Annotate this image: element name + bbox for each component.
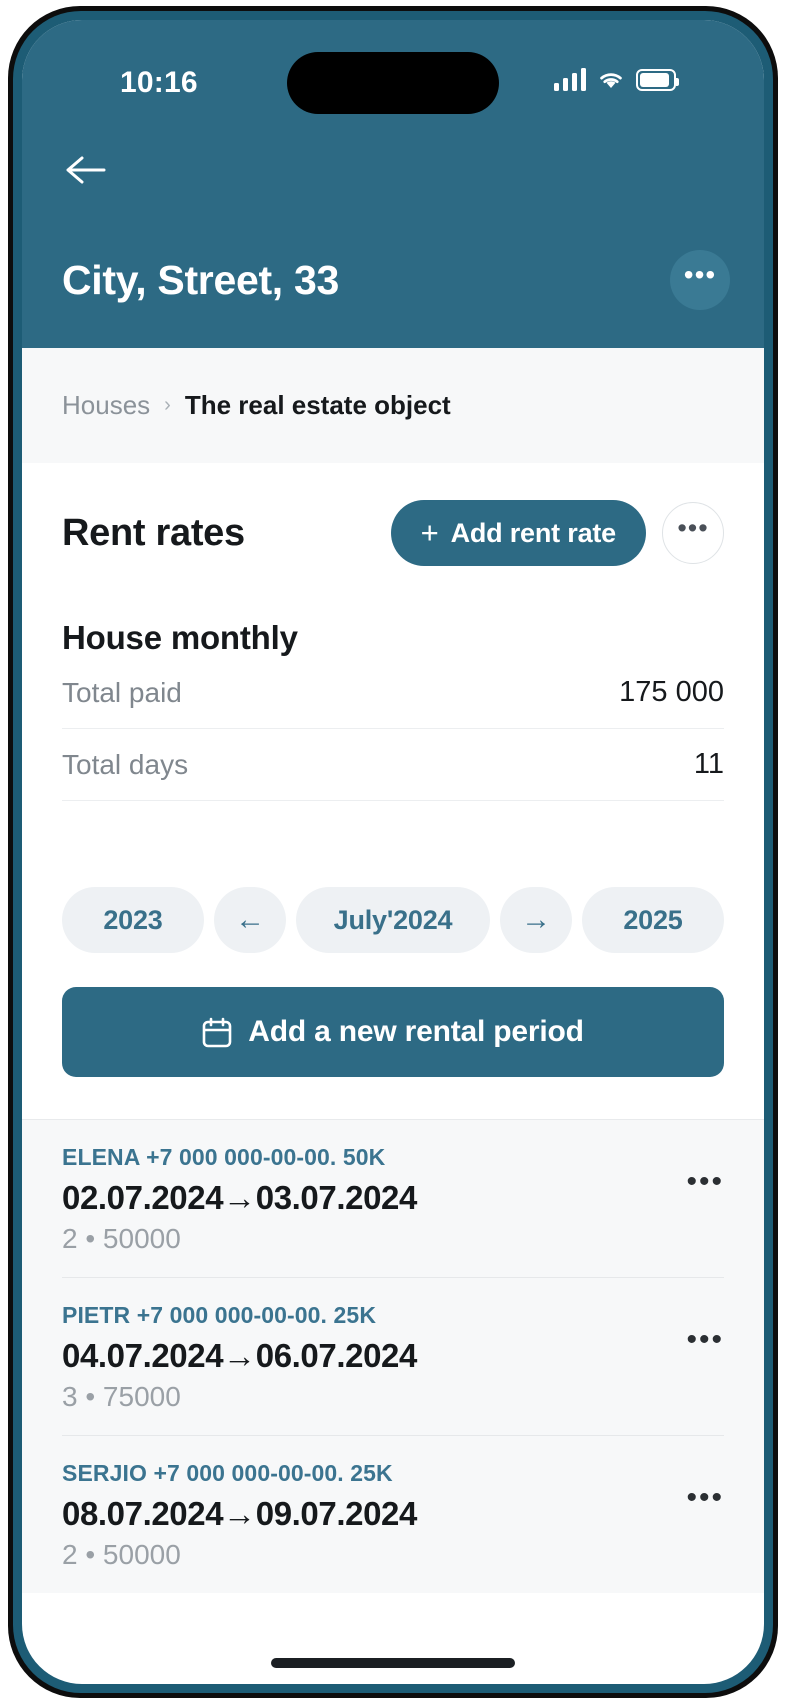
rate-name: House monthly — [62, 619, 298, 656]
rental-meta: 2 • 50000 — [62, 1223, 181, 1254]
rent-rates-title: Rent rates — [62, 511, 245, 554]
stat-row-total-paid: Total paid 175 000 — [62, 657, 724, 729]
app-header: City, Street, 33 ••• — [22, 124, 764, 348]
plus-icon: + — [420, 515, 439, 550]
dynamic-island — [287, 52, 499, 114]
breadcrumb-item-houses[interactable]: Houses — [62, 390, 150, 421]
battery-icon — [636, 69, 679, 91]
stat-value: 11 — [693, 748, 724, 780]
cellular-signal-icon — [553, 68, 586, 91]
breadcrumb: Houses › The real estate object — [22, 348, 764, 463]
period-prev-button[interactable]: ← — [214, 887, 286, 953]
status-bar-icons — [553, 68, 679, 91]
back-arrow-icon — [66, 156, 106, 184]
rental-contact: ELENA +7 000 000-00-00. 50K — [62, 1144, 386, 1170]
rental-period-list: ELENA +7 000 000-00-00. 50K 02.07.2024→0… — [22, 1119, 764, 1593]
breadcrumb-item-current: The real estate object — [184, 390, 451, 420]
list-item[interactable]: SERJIO +7 000 000-00-00. 25K 08.07.2024→… — [62, 1436, 724, 1593]
stat-value: 175 000 — [619, 676, 724, 708]
rent-rates-actions: + Add rent rate ••• — [390, 500, 724, 566]
stat-label: Total days — [62, 748, 189, 780]
panel-spacer — [62, 1077, 724, 1119]
chevron-right-icon: › — [164, 394, 171, 416]
page-title: City, Street, 33 — [62, 256, 339, 303]
rental-contact: SERJIO +7 000 000-00-00. 25K — [62, 1460, 393, 1486]
list-item[interactable]: ELENA +7 000 000-00-00. 50K 02.07.2024→0… — [62, 1120, 724, 1278]
list-item[interactable]: PIETR +7 000 000-00-00. 25K 04.07.2024→0… — [62, 1278, 724, 1436]
status-bar: 10:16 — [22, 20, 764, 124]
stat-label: Total paid — [62, 676, 182, 708]
rental-dates: 08.07.2024→09.07.2024 — [62, 1495, 417, 1532]
header-title-row: City, Street, 33 ••• — [62, 250, 730, 310]
add-rent-rate-label: Add rent rate — [450, 517, 617, 548]
rental-meta: 2 • 50000 — [62, 1539, 181, 1570]
rent-rates-more-button[interactable]: ••• — [662, 502, 724, 564]
home-indicator[interactable] — [271, 1658, 515, 1668]
calendar-icon — [202, 1017, 232, 1047]
phone-frame: 10:16 City, Street, 33 ••• Houses › The … — [8, 6, 778, 1698]
phone-bezel: 10:16 City, Street, 33 ••• Houses › The … — [13, 11, 773, 1693]
period-prev-year-button[interactable]: 2023 — [62, 887, 204, 953]
period-current-button[interactable]: July'2024 — [296, 887, 490, 953]
period-next-year-button[interactable]: 2025 — [582, 887, 724, 953]
period-navigator: 2023 ← July'2024 → 2025 — [62, 887, 724, 953]
rent-rates-header-row: Rent rates + Add rent rate ••• — [62, 463, 724, 575]
rental-dates: 04.07.2024→06.07.2024 — [62, 1337, 417, 1374]
phone-screen: 10:16 City, Street, 33 ••• Houses › The … — [22, 20, 764, 1684]
rental-dates: 02.07.2024→03.07.2024 — [62, 1179, 417, 1216]
status-bar-time: 10:16 — [120, 66, 198, 99]
add-rent-rate-button[interactable]: + Add rent rate — [390, 500, 646, 566]
period-next-button[interactable]: → — [500, 887, 572, 953]
stat-row-total-days: Total days 11 — [62, 729, 724, 801]
wifi-icon — [600, 73, 622, 88]
rental-contact: PIETR +7 000 000-00-00. 25K — [62, 1302, 377, 1328]
back-button[interactable] — [62, 148, 114, 192]
add-rental-period-button[interactable]: Add a new rental period — [62, 987, 724, 1077]
rent-rates-panel: Rent rates + Add rent rate ••• House mon… — [22, 463, 764, 1119]
add-rental-period-label: Add a new rental period — [248, 1015, 584, 1048]
header-more-button[interactable]: ••• — [670, 250, 730, 310]
rental-meta: 3 • 75000 — [62, 1381, 181, 1412]
